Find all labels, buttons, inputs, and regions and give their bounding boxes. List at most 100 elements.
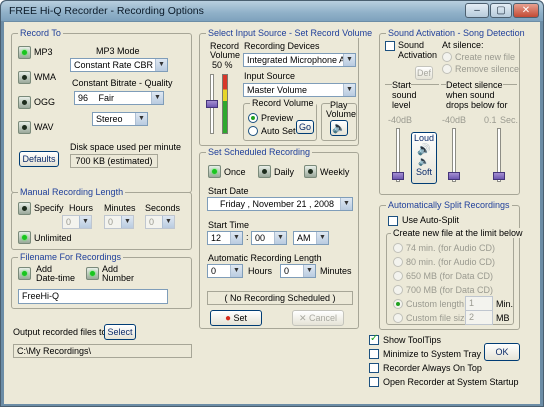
when-sound-label-2: drops below: [446, 100, 495, 110]
daily-toggle[interactable]: [258, 165, 271, 178]
channels-value: Stereo: [96, 114, 123, 124]
filename-input[interactable]: FreeHi-Q: [18, 289, 168, 304]
split-80min-label: 80 min. (for Audio CD): [406, 257, 496, 267]
show-tooltips-checkbox[interactable]: [369, 333, 379, 345]
split-74min-radio[interactable]: [393, 243, 403, 253]
start-date-label: Start Date: [208, 186, 249, 196]
once-toggle[interactable]: [208, 165, 221, 178]
mp3-label: MP3: [34, 47, 53, 57]
wav-label: WAV: [34, 122, 54, 132]
custom-size-radio[interactable]: [393, 313, 403, 323]
specify-toggle[interactable]: [18, 202, 31, 215]
filename-title: Filename For Recordings: [18, 252, 124, 262]
manual-minutes-value: 0: [108, 217, 114, 227]
ok-button[interactable]: OK: [484, 343, 520, 361]
split-700mb-radio[interactable]: [393, 285, 403, 295]
loud-soft-button[interactable]: Loud 🔊 🔈 Soft: [411, 132, 437, 184]
chevron-down-icon: ▼: [79, 216, 91, 228]
unlimited-label: Unlimited: [34, 233, 72, 243]
ogg-format-toggle[interactable]: [18, 96, 31, 109]
open-at-startup-checkbox[interactable]: [369, 377, 379, 387]
detect-silence-slider[interactable]: [448, 172, 460, 180]
wma-format-toggle[interactable]: [18, 71, 31, 84]
auto-hours-select[interactable]: 0 ▼: [207, 264, 243, 278]
set-schedule-button[interactable]: ● Set: [210, 310, 262, 326]
start-hour-select[interactable]: 12 ▼: [207, 231, 243, 245]
minimize-button[interactable]: –: [465, 3, 489, 18]
silence-seconds-unit: Sec.: [500, 115, 519, 125]
custom-length-radio[interactable]: [393, 299, 403, 309]
input-source-select[interactable]: Master Volume ▼: [243, 83, 356, 97]
always-on-top-label: Recorder Always On Top: [383, 363, 482, 373]
bitrate-label: Constant Bitrate - Quality: [72, 78, 173, 88]
channels-select[interactable]: Stereo ▼: [92, 112, 148, 126]
mp3-mode-select[interactable]: Constant Rate CBR ▼: [70, 58, 168, 72]
record-volume-label-2: Volume: [210, 50, 241, 60]
remove-silence-label: Remove silence: [455, 64, 520, 74]
start-date-picker[interactable]: Friday , November 21 , 2008 ▼: [207, 197, 353, 211]
manual-minutes-select[interactable]: 0 ▼: [104, 215, 134, 229]
unlimited-toggle[interactable]: [18, 231, 31, 244]
start-level-slider[interactable]: [392, 172, 404, 180]
silence-duration-slider[interactable]: [493, 172, 505, 180]
chevron-down-icon: ▼: [230, 265, 242, 277]
bitrate-select[interactable]: 96 Fair ▼: [74, 91, 164, 105]
go-button[interactable]: Go: [296, 120, 314, 134]
title-bar[interactable]: FREE Hi-Q Recorder - Recording Options –…: [1, 1, 543, 21]
autoset-radio[interactable]: [248, 126, 258, 136]
remove-silence-radio[interactable]: [442, 64, 452, 74]
sound-activation-title: Sound Activation - Song Detection: [386, 28, 527, 38]
chevron-down-icon: ▼: [316, 232, 328, 244]
record-volume-slider[interactable]: [206, 100, 218, 108]
split-limit-title: Create new file at the limit below: [391, 228, 525, 238]
add-datetime-toggle[interactable]: [18, 267, 31, 280]
minimize-tray-checkbox[interactable]: [369, 349, 379, 359]
start-ampm-select[interactable]: AM ▼: [293, 231, 329, 245]
wav-format-toggle[interactable]: [18, 121, 31, 134]
custom-length-input[interactable]: 1: [465, 296, 493, 311]
record-dot-icon: ●: [224, 313, 231, 324]
select-folder-button[interactable]: Select: [104, 324, 136, 340]
auto-minutes-select[interactable]: 0 ▼: [280, 264, 316, 278]
add-number-toggle[interactable]: [86, 267, 99, 280]
for-label: for: [497, 100, 508, 110]
minimize-tray-label: Minimize to System Tray: [383, 349, 482, 359]
start-minute-select[interactable]: 00 ▼: [251, 231, 287, 245]
recording-device-value: Integrated Microphone Array: [247, 55, 356, 65]
speaker-loud-icon: 🔊: [417, 144, 431, 156]
speaker-soft-icon: 🔈: [418, 156, 430, 166]
input-source-value: Master Volume: [247, 85, 308, 95]
custom-size-input[interactable]: 2: [465, 310, 493, 325]
recording-device-select[interactable]: Integrated Microphone Array ▼: [243, 53, 356, 67]
defaults-button[interactable]: Defaults: [19, 151, 59, 167]
cancel-schedule-button[interactable]: ✕ Cancel: [292, 310, 344, 326]
use-auto-split-label: Use Auto-Split: [402, 215, 460, 225]
cancel-button-label: Cancel: [309, 313, 338, 323]
maximize-button[interactable]: ▢: [490, 3, 512, 18]
chevron-down-icon: ▼: [151, 92, 163, 104]
input-source-group: Select Input Source - Set Record Volume …: [199, 28, 375, 146]
split-80min-radio[interactable]: [393, 257, 403, 267]
sound-activation-checkbox[interactable]: [385, 41, 395, 51]
always-on-top-checkbox[interactable]: [369, 363, 379, 373]
manual-length-title: Manual Recording Length: [18, 187, 126, 197]
split-limit-box: Create new file at the limit below 74 mi…: [386, 228, 525, 325]
use-auto-split-checkbox[interactable]: [388, 216, 398, 226]
custom-length-unit: Min.: [496, 299, 514, 309]
def-button[interactable]: Def: [415, 66, 433, 80]
at-silence-label: At silence:: [442, 40, 484, 50]
weekly-toggle[interactable]: [304, 165, 317, 178]
start-sound-label-2: sound: [392, 90, 417, 100]
manual-hours-select[interactable]: 0 ▼: [62, 215, 92, 229]
preview-radio[interactable]: [248, 113, 258, 123]
when-sound-label-1: when sound: [446, 90, 495, 100]
scheduled-recording-group: Set Scheduled Recording Once Daily Weekl…: [199, 147, 359, 329]
record-to-group: Record To MP3 WMA OGG WAV MP3 Mode Const…: [11, 28, 192, 193]
split-650mb-radio[interactable]: [393, 271, 403, 281]
manual-seconds-select[interactable]: 0 ▼: [145, 215, 175, 229]
mp3-format-toggle[interactable]: [18, 46, 31, 59]
create-new-file-radio[interactable]: [442, 52, 452, 62]
autoset-label: Auto Set: [261, 126, 296, 136]
play-volume-button[interactable]: 🔈: [330, 120, 348, 136]
close-button[interactable]: ✕: [513, 3, 539, 18]
